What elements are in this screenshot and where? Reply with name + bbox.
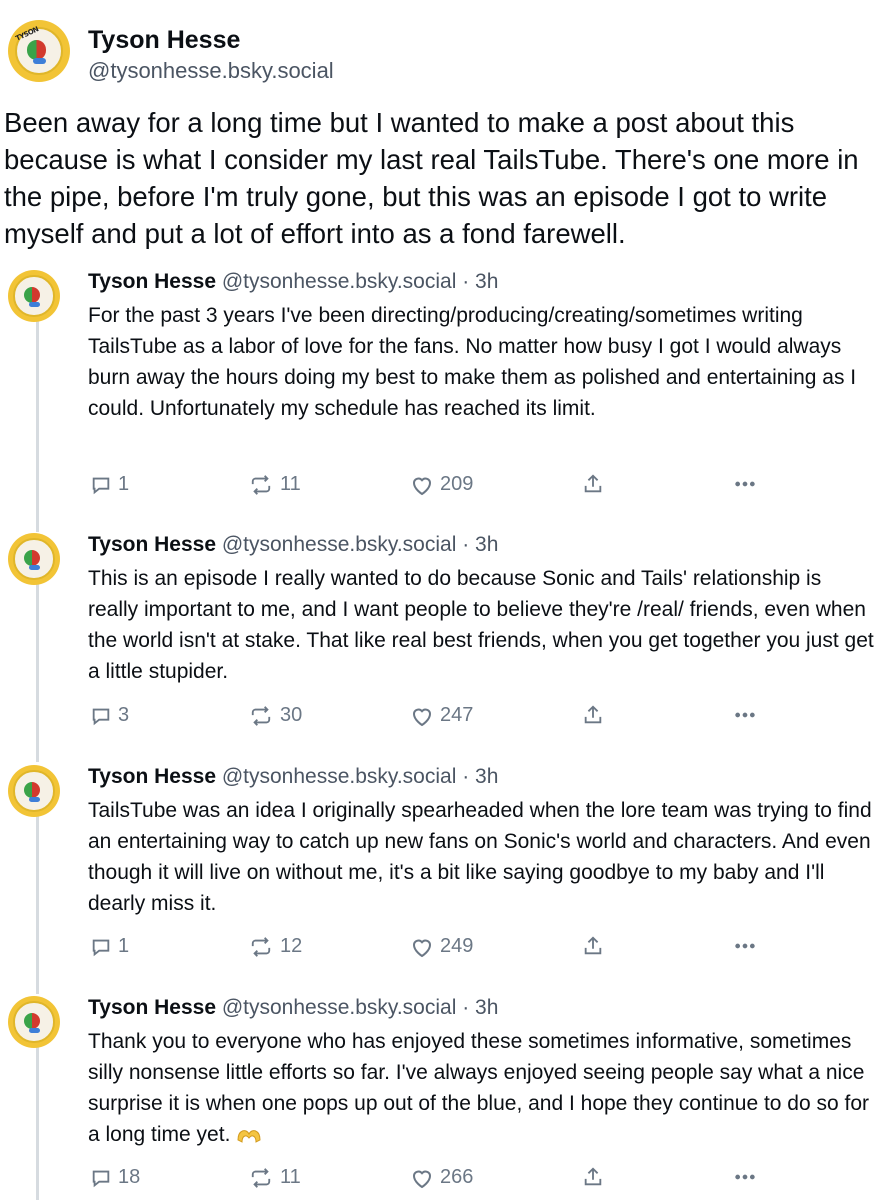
reply-text: Thank you to everyone who has enjoyed th… (88, 1030, 870, 1146)
like-count: 209 (440, 473, 474, 495)
action-bar: 18 11 266 (0, 1166, 878, 1194)
reply-time: · 3h (462, 765, 499, 788)
speech-bubble-icon (92, 477, 110, 494)
repost-arrows-icon (251, 474, 271, 495)
like-button[interactable]: 247 (410, 704, 473, 727)
share-button[interactable] (582, 704, 604, 726)
action-bar: 1 11 209 (0, 473, 878, 501)
repost-button[interactable]: 30 (248, 704, 302, 727)
share-button[interactable] (582, 1166, 604, 1188)
repost-count: 30 (280, 704, 303, 726)
reply-button[interactable]: 1 (90, 473, 129, 496)
action-bar: 3 30 247 (0, 704, 878, 732)
more-options-button[interactable] (732, 473, 758, 495)
like-count: 249 (440, 935, 474, 957)
main-avatar[interactable]: TYSON (8, 20, 70, 82)
reply-author-name[interactable]: Tyson Hesse (88, 270, 216, 293)
reply-avatar[interactable] (8, 270, 60, 322)
share-upload-icon (584, 474, 602, 493)
reply-header: Tyson Hesse @tysonhesse.bsky.social · 3h (88, 533, 498, 557)
reply-button[interactable]: 18 (90, 1166, 140, 1189)
reply-count: 18 (118, 1166, 141, 1188)
reply-button[interactable]: 3 (90, 704, 129, 727)
heart-hands-emoji-icon (237, 1130, 261, 1144)
more-options-button[interactable] (732, 935, 758, 957)
repost-arrows-icon (251, 1167, 271, 1188)
speech-bubble-icon (92, 1170, 110, 1187)
reply-author-handle[interactable]: @tysonhesse.bsky.social (222, 533, 457, 556)
like-button[interactable]: 266 (410, 1166, 473, 1189)
ellipsis-icon (735, 943, 755, 949)
reply-author-name[interactable]: Tyson Hesse (88, 765, 216, 788)
share-upload-icon (584, 705, 602, 724)
reply-author-name[interactable]: Tyson Hesse (88, 996, 216, 1019)
like-count: 266 (440, 1166, 474, 1188)
action-bar: 1 12 249 (0, 935, 878, 963)
reply-button[interactable]: 1 (90, 935, 129, 958)
repost-count: 11 (280, 1166, 301, 1188)
share-button[interactable] (582, 473, 604, 495)
reply-text: For the past 3 years I've been directing… (88, 304, 857, 420)
thread-line (36, 576, 39, 762)
speech-bubble-icon (92, 939, 110, 956)
repost-arrows-icon (251, 705, 271, 726)
reply-count: 1 (118, 935, 130, 957)
reply-text: TailsTube was an idea I originally spear… (88, 799, 872, 915)
reply-author-handle[interactable]: @tysonhesse.bsky.social (222, 996, 457, 1019)
reply-header: Tyson Hesse @tysonhesse.bsky.social · 3h (88, 996, 498, 1020)
share-upload-icon (584, 1167, 602, 1186)
reply-header: Tyson Hesse @tysonhesse.bsky.social · 3h (88, 270, 498, 294)
repost-arrows-icon (251, 936, 271, 957)
like-button[interactable]: 249 (410, 935, 473, 958)
avatar-art: TYSON (14, 25, 64, 76)
share-upload-icon (584, 936, 602, 955)
reply-count: 1 (118, 473, 130, 495)
reply-count: 3 (118, 704, 130, 726)
repost-button[interactable]: 11 (248, 473, 301, 496)
main-post-text: Been away for a long time but I wanted t… (4, 107, 859, 249)
main-author-handle[interactable]: @tysonhesse.bsky.social (88, 58, 334, 84)
like-count: 247 (440, 704, 474, 726)
ellipsis-icon (735, 481, 755, 487)
speech-bubble-icon (92, 708, 110, 725)
heart-outline-icon (412, 1170, 432, 1188)
more-options-button[interactable] (732, 1166, 758, 1188)
main-author-name[interactable]: Tyson Hesse (88, 26, 240, 55)
reply-avatar[interactable] (8, 765, 60, 817)
thread-line (36, 808, 39, 994)
reply-author-handle[interactable]: @tysonhesse.bsky.social (222, 765, 457, 788)
heart-outline-icon (412, 939, 432, 957)
reply-text-container: Thank you to everyone who has enjoyed th… (88, 1026, 874, 1150)
more-options-button[interactable] (732, 704, 758, 726)
ellipsis-icon (735, 1174, 755, 1180)
reply-time: · 3h (462, 270, 499, 293)
reply-text: This is an episode I really wanted to do… (88, 567, 874, 683)
repost-count: 11 (280, 473, 301, 495)
repost-button[interactable]: 12 (248, 935, 302, 958)
reply-header: Tyson Hesse @tysonhesse.bsky.social · 3h (88, 765, 498, 789)
reply-avatar[interactable] (8, 533, 60, 585)
ellipsis-icon (735, 712, 755, 718)
repost-count: 12 (280, 935, 303, 957)
heart-outline-icon (412, 477, 432, 495)
like-button[interactable]: 209 (410, 473, 473, 496)
reply-author-handle[interactable]: @tysonhesse.bsky.social (222, 270, 457, 293)
reply-time: · 3h (462, 996, 499, 1019)
reply-time: · 3h (462, 533, 499, 556)
heart-outline-icon (412, 708, 432, 726)
share-button[interactable] (582, 935, 604, 957)
reply-author-name[interactable]: Tyson Hesse (88, 533, 216, 556)
reply-avatar[interactable] (8, 996, 60, 1048)
repost-button[interactable]: 11 (248, 1166, 301, 1189)
